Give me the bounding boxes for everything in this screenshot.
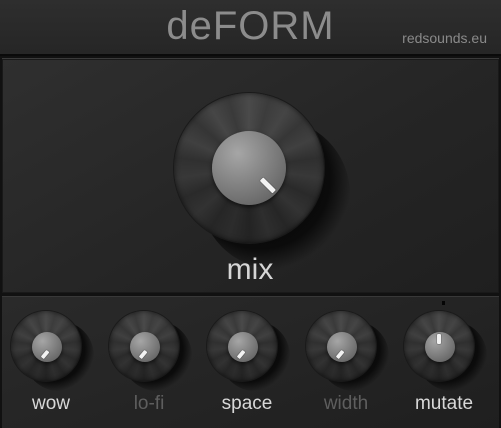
mutate-center-tick <box>442 301 445 305</box>
lofi-knob-cap <box>130 332 160 362</box>
main-panel: mix <box>2 58 499 293</box>
lofi-label: lo-fi <box>133 393 165 414</box>
width-label: width <box>323 393 369 414</box>
wow-knob[interactable] <box>11 311 81 381</box>
header-bar: deFORM redsounds.eu <box>0 0 501 56</box>
space-label: space <box>221 393 273 414</box>
lofi-knob[interactable] <box>109 311 179 381</box>
width-knob[interactable] <box>306 311 376 381</box>
mix-label: mix <box>226 253 274 286</box>
space-knob[interactable] <box>207 311 277 381</box>
bottom-panel: wow lo-fi space width mutate <box>2 296 499 428</box>
wow-label: wow <box>31 393 70 414</box>
mix-knob-cap <box>212 131 286 205</box>
mutate-label: mutate <box>414 393 474 414</box>
brand-link[interactable]: redsounds.eu <box>402 30 487 46</box>
space-knob-cap <box>228 332 258 362</box>
mix-knob[interactable] <box>174 93 324 243</box>
wow-knob-cap <box>32 332 62 362</box>
plugin-window: deFORM redsounds.eu mix wow lo-fi space … <box>0 0 501 428</box>
mutate-knob[interactable] <box>404 311 474 381</box>
mutate-knob-pointer <box>437 334 441 344</box>
width-knob-cap <box>327 332 357 362</box>
